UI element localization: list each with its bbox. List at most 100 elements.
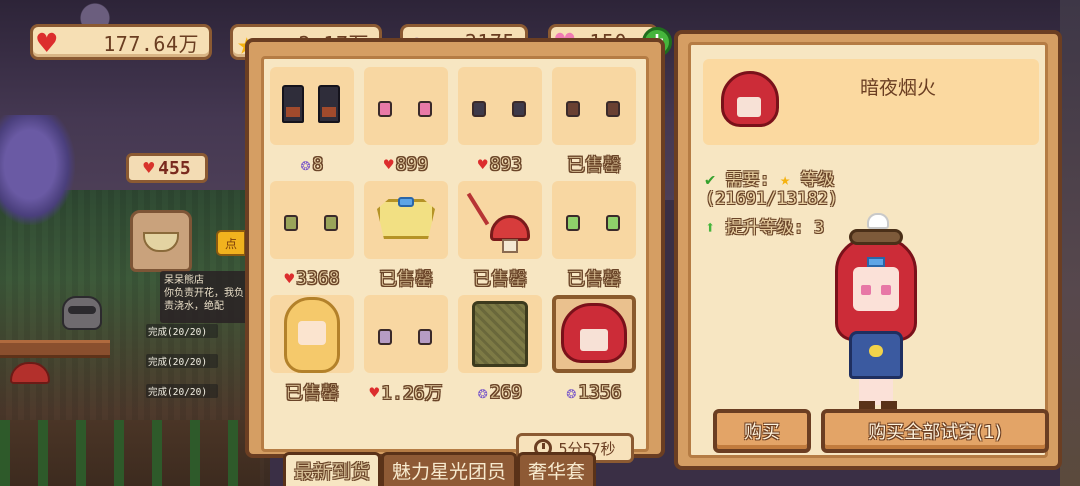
shop-item-pink-eyes[interactable]: ♥ 899 (364, 67, 448, 179)
item-price: 已售罄 (552, 151, 636, 177)
character-shoe (881, 401, 897, 409)
shop-item-yellow-jacket[interactable]: 已售罄 (364, 181, 448, 293)
shop-item-olive-eyes[interactable]: ♥ 3368 (270, 181, 354, 293)
price-value: 已售罄 (379, 269, 434, 291)
quest-progress: 完成(20/20) (146, 324, 218, 338)
character-face (853, 267, 899, 311)
price-value: 3368 (296, 267, 340, 289)
character-hat (867, 213, 889, 229)
love-count-bubble[interactable]: ♥ 455 (126, 153, 208, 183)
shop-grid: ❂ 8 ♥ 899 ♥ 893 已售罄 ♥ 3368 已售罄 已售罄 已售罄 已… (270, 67, 644, 409)
item-card[interactable] (270, 67, 354, 145)
heart-icon: ♥ (477, 154, 488, 174)
shop-row: ♥ 3368 已售罄 已售罄 已售罄 (270, 181, 644, 293)
tab-luxury[interactable]: 奢华套 (517, 452, 597, 486)
item-card[interactable] (364, 181, 448, 259)
heart-icon: ♥ (37, 24, 57, 62)
shop-item-olive-outfit[interactable]: ❂ 269 (458, 295, 542, 407)
raccoon-mask (68, 306, 96, 314)
candy-icon: ❂ (477, 382, 488, 402)
item-detail-panel: 暗夜烟火 ✔ 需要: ★ 等级 (21691/13182) ⬆ 提升等级: 3 (674, 30, 1062, 470)
character-bow (867, 257, 885, 267)
item-price: ❂ 8 (270, 151, 354, 177)
item-card[interactable] (552, 181, 636, 259)
price-value: 269 (489, 381, 523, 403)
love-count: 455 (158, 157, 191, 179)
shop-item-mushroom-wand[interactable]: 已售罄 (458, 181, 542, 293)
item-card[interactable] (458, 67, 542, 145)
hearts-counter[interactable]: ♥ 177.64万 (30, 24, 212, 62)
tab-new-arrivals[interactable]: 最新到货 (283, 452, 382, 486)
mushroom-cap-art (490, 215, 530, 241)
face-art (737, 97, 761, 117)
item-price: ♥ 3368 (270, 265, 354, 291)
eye-art (378, 329, 392, 345)
character-goggles (849, 229, 903, 245)
price-value: 已售罄 (567, 269, 622, 291)
requirement-suffix: 等级 (800, 170, 835, 190)
requirement-progress: (21691/13182) (705, 189, 839, 209)
buy-all-try-on-button[interactable]: 购买全部试穿(1) (821, 409, 1049, 453)
item-card[interactable] (458, 295, 542, 373)
shop-item-dark-eyes[interactable]: ♥ 893 (458, 67, 542, 179)
wand-art (466, 192, 490, 226)
item-card-selected[interactable] (552, 295, 636, 373)
price-value: 1.26万 (381, 383, 443, 405)
shop-item-brown-eyes[interactable]: 已售罄 (552, 67, 636, 179)
item-card[interactable] (458, 181, 542, 259)
item-price: ♥ 893 (458, 151, 542, 177)
mushroom-stem-art (502, 239, 518, 253)
hearts-value: 177.64万 (103, 31, 199, 56)
item-price: ♥ 899 (364, 151, 448, 177)
item-card[interactable] (552, 67, 636, 145)
character-eye (861, 285, 871, 295)
shop-item-boots[interactable]: ❂ 8 (270, 67, 354, 179)
item-card[interactable] (270, 181, 354, 259)
buy-button[interactable]: 购买 (713, 409, 811, 453)
shop-item-violet-eyes[interactable]: ♥ 1.26万 (364, 295, 448, 407)
wooden-fence (0, 340, 110, 358)
eye-art (284, 215, 298, 231)
price-value: 已售罄 (473, 269, 528, 291)
face-art (298, 321, 326, 345)
check-icon: ✔ (705, 170, 716, 190)
side-event-tab[interactable]: 点 (216, 230, 246, 256)
candy-icon: ❂ (566, 382, 577, 402)
shop-item-green-eyes[interactable]: 已售罄 (552, 181, 636, 293)
price-value: 893 (489, 153, 523, 175)
price-value: 已售罄 (567, 155, 622, 177)
heart-icon: ♥ (369, 382, 380, 402)
shop-panel: ❂ 8 ♥ 899 ♥ 893 已售罄 ♥ 3368 已售罄 已售罄 已售罄 已… (245, 38, 665, 463)
quest-note[interactable]: 呆呆熊店 你负责开花，我负责浇水，绝配 (160, 271, 248, 323)
shop-item-area: ❂ 8 ♥ 899 ♥ 893 已售罄 ♥ 3368 已售罄 已售罄 已售罄 已… (261, 56, 649, 463)
character-preview (831, 213, 921, 411)
item-card[interactable] (270, 295, 354, 373)
item-header: 暗夜烟火 (703, 59, 1039, 145)
eye-art (418, 101, 432, 117)
shop-item-blond-hair[interactable]: 已售罄 (270, 295, 354, 407)
item-price: ♥ 1.26万 (364, 379, 448, 405)
crop-field (0, 420, 260, 486)
heart-icon: ♥ (143, 157, 155, 179)
shop-item-red-hair[interactable]: ❂ 1356 (552, 295, 636, 407)
tab-charm-star[interactable]: 魅力星光团员 (381, 452, 518, 486)
face-art (580, 329, 608, 351)
character-eye (881, 285, 891, 295)
shop-tabs: 最新到货 魅力星光团员 奢华套 (283, 452, 597, 486)
eye-art (378, 101, 392, 117)
eye-art (606, 101, 620, 117)
eye-art (566, 215, 580, 231)
purple-tree (0, 115, 75, 225)
quest-progress: 完成(20/20) (146, 384, 218, 398)
price-value: 899 (395, 153, 429, 175)
requirement-line: ✔ 需要: ★ 等级 (705, 165, 835, 190)
shop-row: ❂ 8 ♥ 899 ♥ 893 已售罄 (270, 67, 644, 179)
eye-art (606, 215, 620, 231)
item-card[interactable] (364, 295, 448, 373)
detail-content: 暗夜烟火 ✔ 需要: ★ 等级 (21691/13182) ⬆ 提升等级: 3 (688, 42, 1049, 458)
star-icon: ★ (780, 170, 791, 190)
item-card[interactable] (364, 67, 448, 145)
heart-icon: ♥ (383, 154, 394, 174)
quest-title: 呆呆熊店 (164, 275, 204, 286)
side-tab-label: 点 (224, 236, 237, 251)
